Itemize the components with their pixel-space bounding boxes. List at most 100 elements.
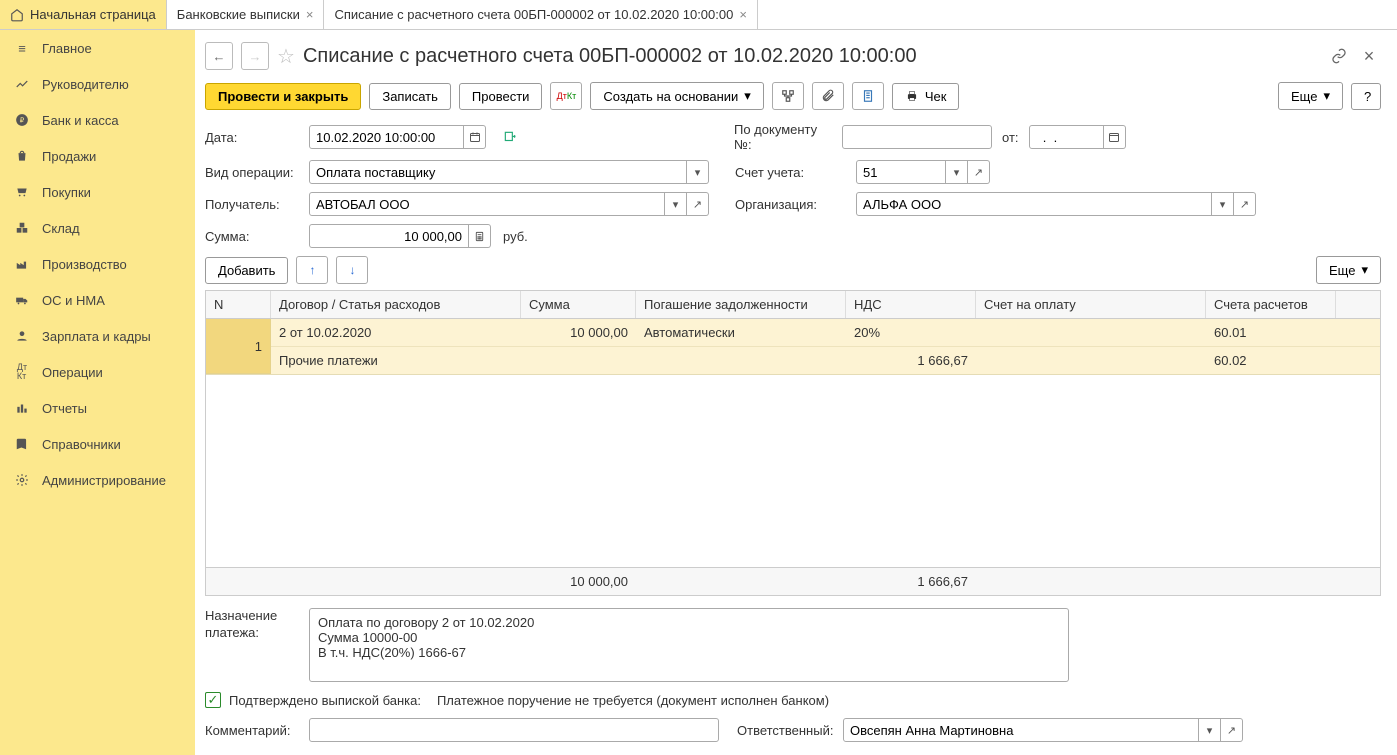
calendar-icon[interactable] (464, 125, 486, 149)
nav-main[interactable]: ≡Главное (0, 30, 190, 66)
cell-sum[interactable]: 10 000,00 (521, 319, 636, 346)
cheque-button[interactable]: Чек (892, 83, 960, 110)
sum-input[interactable] (316, 225, 462, 247)
nav-reports[interactable]: Отчеты (0, 390, 190, 426)
truck-icon (14, 292, 30, 308)
nav-label: Администрирование (42, 473, 166, 488)
chevron-down-icon[interactable]: ▾ (1212, 192, 1234, 216)
nav-manager[interactable]: Руководителю (0, 66, 190, 102)
cell-vat-amount[interactable]: 1 666,67 (846, 347, 976, 374)
post-button[interactable]: Провести (459, 83, 543, 110)
tab-bank-label: Банковские выписки (177, 7, 300, 22)
tab-home[interactable]: Начальная страница (0, 0, 167, 29)
person-icon (14, 328, 30, 344)
nav-sales[interactable]: Продажи (0, 138, 190, 174)
col-contract[interactable]: Договор / Статья расходов (271, 291, 521, 318)
open-icon[interactable]: ↗ (1221, 718, 1243, 742)
structure-button[interactable] (772, 82, 804, 110)
cell-acc[interactable]: 60.01 (1206, 319, 1336, 346)
col-accounts[interactable]: Счета расчетов (1206, 291, 1336, 318)
dtkt-button[interactable]: ДтКт (550, 82, 582, 110)
move-up-button[interactable]: ↑ (296, 256, 328, 284)
nav-back-button[interactable]: ← (205, 42, 233, 70)
grid-row[interactable]: 1 2 от 10.02.2020 10 000,00 Автоматическ… (206, 319, 1380, 375)
link-icon[interactable] (1327, 44, 1351, 68)
nav-assets[interactable]: ОС и НМА (0, 282, 190, 318)
open-icon[interactable]: ↗ (687, 192, 709, 216)
col-invoice[interactable]: Счет на оплату (976, 291, 1206, 318)
chevron-down-icon[interactable]: ▾ (946, 160, 968, 184)
cart-icon (14, 184, 30, 200)
post-and-close-button[interactable]: Провести и закрыть (205, 83, 361, 110)
nav-label: Зарплата и кадры (42, 329, 151, 344)
save-button[interactable]: Записать (369, 83, 451, 110)
help-button[interactable]: ? (1351, 83, 1381, 110)
move-down-button[interactable]: ↓ (336, 256, 368, 284)
nav-admin[interactable]: Администрирование (0, 462, 190, 498)
date-input[interactable] (316, 126, 457, 148)
nav-warehouse[interactable]: Склад (0, 210, 190, 246)
chevron-down-icon[interactable]: ▾ (665, 192, 687, 216)
nav-operations[interactable]: ДтКтОперации (0, 354, 190, 390)
create-based-button[interactable]: Создать на основании▾ (590, 82, 763, 110)
cell-repay[interactable]: Автоматически (636, 319, 846, 346)
account-input[interactable] (863, 161, 939, 183)
col-repay[interactable]: Погашение задолженности (636, 291, 846, 318)
star-icon[interactable]: ☆ (277, 44, 295, 69)
cell-acc2[interactable]: 60.02 (1206, 347, 1336, 374)
from-label: от: (1002, 130, 1019, 145)
add-row-button[interactable]: Добавить (205, 257, 288, 284)
col-n[interactable]: N (206, 291, 271, 318)
org-input[interactable] (863, 193, 1205, 215)
recipient-input[interactable] (316, 193, 658, 215)
nav-production[interactable]: Производство (0, 246, 190, 282)
purpose-label: Назначение платежа: (205, 608, 303, 642)
optype-input[interactable] (316, 161, 680, 183)
close-icon[interactable]: × (739, 7, 747, 22)
docnum-input[interactable] (849, 126, 985, 148)
calculator-icon[interactable] (469, 224, 491, 248)
close-icon[interactable]: × (1357, 44, 1381, 68)
open-icon[interactable]: ↗ (968, 160, 990, 184)
purpose-textarea[interactable]: Оплата по договору 2 от 10.02.2020 Сумма… (309, 608, 1069, 682)
chevron-down-icon[interactable]: ▾ (687, 160, 709, 184)
cell-invoice2[interactable] (976, 347, 1206, 374)
close-icon[interactable]: × (306, 7, 314, 22)
tab-bank-statements[interactable]: Банковские выписки × (167, 0, 325, 29)
recipient-label: Получатель: (205, 197, 303, 212)
cell-invoice[interactable] (976, 319, 1206, 346)
cell-expense[interactable]: Прочие платежи (271, 347, 521, 374)
grid-header: N Договор / Статья расходов Сумма Погаше… (206, 291, 1380, 319)
col-vat[interactable]: НДС (846, 291, 976, 318)
grid-more-button[interactable]: Еще▾ (1316, 256, 1381, 284)
nav-purchases[interactable]: Покупки (0, 174, 190, 210)
comment-input[interactable] (316, 719, 712, 741)
nav-bank[interactable]: ₽Банк и касса (0, 102, 190, 138)
cell-vat[interactable]: 20% (846, 319, 976, 346)
grid-body[interactable]: 1 2 от 10.02.2020 10 000,00 Автоматическ… (206, 319, 1380, 567)
tab-document[interactable]: Списание с расчетного счета 00БП-000002 … (324, 0, 757, 29)
cell-repay2[interactable] (636, 347, 846, 374)
from-date-input[interactable] (1036, 126, 1097, 148)
nav-hr[interactable]: Зарплата и кадры (0, 318, 190, 354)
print-button[interactable] (852, 82, 884, 110)
factory-icon (14, 256, 30, 272)
chevron-down-icon[interactable]: ▾ (1199, 718, 1221, 742)
refresh-icon[interactable] (498, 125, 522, 149)
cell-sum2[interactable] (521, 347, 636, 374)
nav-label: Покупки (42, 185, 91, 200)
calendar-icon[interactable] (1104, 125, 1126, 149)
attachment-button[interactable] (812, 82, 844, 110)
responsible-input[interactable] (850, 719, 1192, 741)
grid-footer: 10 000,00 1 666,67 (206, 567, 1380, 595)
cell-contract[interactable]: 2 от 10.02.2020 (271, 319, 521, 346)
payments-grid: N Договор / Статья расходов Сумма Погаше… (205, 290, 1381, 596)
nav-forward-button[interactable]: → (241, 42, 269, 70)
cell-n[interactable]: 1 (206, 319, 271, 374)
more-button[interactable]: Еще▾ (1278, 82, 1343, 110)
nav-catalogs[interactable]: Справочники (0, 426, 190, 462)
cell-ext2 (1336, 347, 1380, 374)
confirmed-checkbox[interactable]: ✓ (205, 692, 221, 708)
col-sum[interactable]: Сумма (521, 291, 636, 318)
open-icon[interactable]: ↗ (1234, 192, 1256, 216)
